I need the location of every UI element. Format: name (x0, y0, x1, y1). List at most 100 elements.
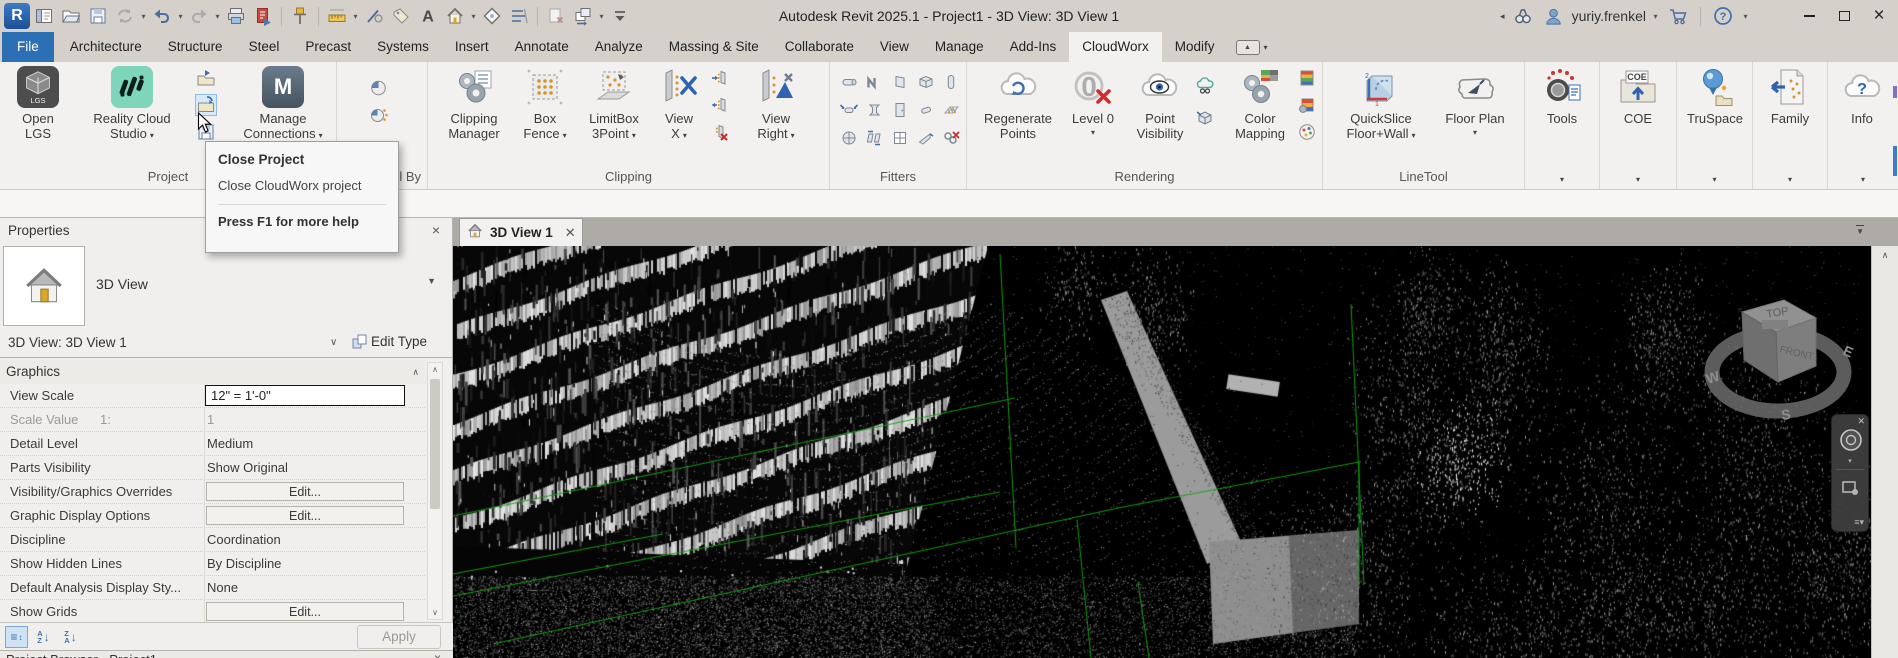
fitter-column-icon[interactable] (941, 72, 961, 92)
home-icon[interactable] (442, 3, 468, 29)
cloud-glasses-icon[interactable] (1195, 76, 1215, 96)
search-icon[interactable] (1510, 3, 1536, 29)
steering-wheel-icon[interactable] (1839, 428, 1863, 455)
property-value[interactable]: Show Original (207, 460, 288, 475)
fitter-pipe-arrows-icon[interactable] (839, 100, 859, 120)
tab-file[interactable]: File (2, 32, 54, 62)
coe-panel-caret-icon[interactable]: ▾ (1600, 175, 1676, 184)
cube-view-icon[interactable] (1195, 108, 1215, 128)
property-edit-button[interactable]: Edit... (206, 506, 404, 525)
redo-icon[interactable] (186, 3, 212, 29)
tab-steel[interactable]: Steel (236, 32, 293, 62)
view-tab-list-icon[interactable]: ▼ (1856, 225, 1864, 236)
sync-icon[interactable] (112, 3, 138, 29)
level-0-button[interactable]: 0 Level 0 ▾ (1065, 66, 1121, 137)
view-tab-3d-view-1[interactable]: 3D View 1 ✕ (459, 218, 583, 246)
gradient-settings-icon[interactable] (1297, 95, 1317, 115)
edit-type-button[interactable]: Edit Type (352, 334, 427, 349)
sphere-detect-icon[interactable] (369, 78, 389, 98)
tab-view[interactable]: View (867, 32, 922, 62)
sort-ascending-button[interactable]: AZ↓ (32, 626, 55, 648)
switch-windows-icon[interactable] (570, 3, 596, 29)
tab-insert[interactable]: Insert (442, 32, 502, 62)
help-menu-caret-icon[interactable]: ▾ (1741, 12, 1750, 21)
property-value-input[interactable]: 12" = 1'-0" (205, 385, 405, 406)
tab-collaborate[interactable]: Collaborate (772, 32, 867, 62)
view-right-button[interactable]: View Right▾ (746, 66, 806, 143)
ui-toggle-icon[interactable] (31, 3, 57, 29)
tab-annotate[interactable]: Annotate (502, 32, 582, 62)
limitbox-3point-button[interactable]: LimitBox 3Point▾ (580, 66, 648, 143)
navbar-menu-icon[interactable]: ≡▾ (1854, 517, 1864, 528)
slab-delete-icon[interactable] (710, 122, 730, 142)
sphere-points-icon[interactable] (369, 105, 389, 125)
thin-lines-icon[interactable] (506, 3, 532, 29)
minimize-button[interactable] (1794, 3, 1824, 29)
close-button[interactable]: × (1864, 3, 1894, 29)
type-selector-caret-icon[interactable]: ▼ (427, 276, 436, 286)
fitter-sphere-snap-icon[interactable] (839, 128, 859, 148)
property-value[interactable]: Coordination (207, 532, 281, 547)
dimension-icon[interactable] (361, 3, 387, 29)
floor-plan-button[interactable]: Floor Plan ▾ (1437, 66, 1513, 137)
sync-caret-icon[interactable]: ▾ (139, 12, 148, 21)
navbar-wheel-caret-icon[interactable]: ▾ (1832, 457, 1868, 465)
type-selector[interactable]: 3D View ▼ (0, 244, 452, 330)
truspace-panel-caret-icon[interactable]: ▾ (1677, 175, 1752, 184)
tab-systems[interactable]: Systems (364, 32, 442, 62)
property-value[interactable]: Medium (207, 436, 253, 451)
project-browser-header[interactable]: Project Browser - Project1 × (0, 650, 453, 658)
color-mapping-button[interactable]: Color Mapping (1225, 66, 1295, 141)
tab-massing-site[interactable]: Massing & Site (656, 32, 772, 62)
navbar-zoom-icon[interactable] (1840, 477, 1862, 502)
tools-button[interactable]: Tools (1531, 66, 1593, 126)
section-sphere-icon[interactable] (479, 3, 505, 29)
help-icon[interactable]: ? (1710, 3, 1736, 29)
sort-descending-button[interactable]: ZA↓ (59, 626, 82, 648)
tab-cloudworx[interactable]: CloudWorx (1069, 32, 1162, 62)
transfer-icon[interactable] (250, 3, 276, 29)
family-button[interactable]: Family (1761, 66, 1819, 126)
scrollbar-thumb[interactable] (430, 379, 440, 509)
sort-default-button[interactable]: ≡↕ (5, 626, 28, 648)
store-cart-icon[interactable] (1665, 3, 1691, 29)
project-browser-close-icon[interactable]: × (434, 651, 441, 658)
coe-button[interactable]: COE COE (1608, 66, 1668, 126)
instance-caret-icon[interactable]: ∨ (330, 337, 337, 348)
property-value[interactable]: None (207, 580, 238, 595)
open-icon[interactable] (58, 3, 84, 29)
tab-precast[interactable]: Precast (292, 32, 364, 62)
fitter-window-icon[interactable] (890, 128, 910, 148)
home-caret-icon[interactable]: ▾ (469, 12, 478, 21)
username[interactable]: yuriy.frenkel (1572, 8, 1646, 24)
tab-modify[interactable]: Modify (1162, 32, 1228, 62)
fitter-cylinder-icon[interactable] (916, 100, 936, 120)
undo-icon[interactable] (149, 3, 175, 29)
tools-panel-caret-icon[interactable]: ▾ (1525, 175, 1599, 184)
fitter-grid-icon[interactable] (941, 100, 961, 120)
info-panel-caret-icon[interactable]: ▾ (1828, 175, 1898, 184)
property-value[interactable]: 1 (207, 412, 214, 427)
fitter-beam-icon[interactable] (864, 100, 884, 120)
regenerate-points-button[interactable]: Regenerate Points (979, 66, 1057, 141)
quickslice-button[interactable]: 21 QuickSlice Floor+Wall▾ (1337, 66, 1425, 143)
user-avatar-icon[interactable] (1541, 3, 1567, 29)
redo-caret-icon[interactable]: ▾ (213, 12, 222, 21)
property-value[interactable]: By Discipline (207, 556, 281, 571)
ribbon-display-toggle[interactable]: ▲▾ (1236, 32, 1268, 62)
properties-scrollbar[interactable]: ∧ ∨ (427, 362, 443, 620)
point-cloud-view[interactable] (453, 246, 1871, 658)
apply-button[interactable]: Apply (357, 625, 441, 649)
slab-left-icon[interactable] (710, 95, 730, 115)
navbar-close-icon[interactable]: ✕ (1857, 416, 1865, 427)
view-tab-close-icon[interactable]: ✕ (565, 225, 576, 241)
slab-in-icon[interactable] (710, 68, 730, 88)
tab-manage[interactable]: Manage (922, 32, 997, 62)
tag-icon[interactable] (388, 3, 414, 29)
tab-analyze[interactable]: Analyze (582, 32, 656, 62)
properties-close-icon[interactable]: × (432, 222, 440, 238)
open-project-icon[interactable] (196, 68, 216, 88)
fitter-door-icon[interactable] (890, 100, 910, 120)
pin-icon[interactable] (287, 3, 313, 29)
revit-logo-icon[interactable]: R (4, 3, 30, 29)
